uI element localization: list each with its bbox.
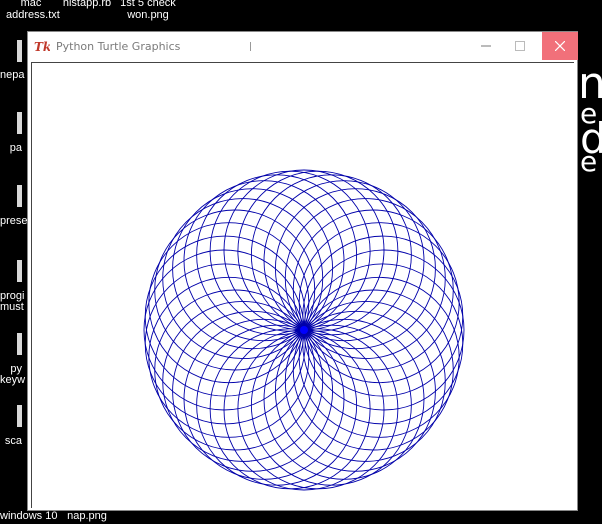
background-text-glyph: e — [580, 145, 598, 178]
desktop-label[interactable]: sca — [0, 435, 22, 447]
desktop-label[interactable]: nepa — [0, 69, 24, 81]
minimize-icon — [481, 45, 491, 47]
desktop-label[interactable]: prese — [0, 215, 28, 227]
desktop-icon[interactable] — [17, 40, 22, 62]
maximize-button[interactable] — [503, 32, 537, 60]
turtle-window: Tk Python Turtle Graphics — [27, 31, 578, 511]
turtle-canvas[interactable] — [31, 62, 574, 508]
title-caret — [250, 41, 252, 51]
desktop-label-mac-address[interactable]: mac address.txt — [6, 0, 60, 21]
turtle-center-mark — [300, 326, 308, 334]
window-titlebar[interactable]: Tk Python Turtle Graphics — [28, 32, 578, 60]
spirograph-drawing — [143, 169, 465, 491]
svg-text:Tk: Tk — [34, 40, 50, 54]
desktop-label-check-won[interactable]: 1st 5 check won.png — [118, 0, 178, 21]
window-title: Python Turtle Graphics — [56, 39, 181, 53]
desktop-label[interactable]: must — [0, 301, 24, 313]
desktop-icon[interactable] — [17, 185, 22, 207]
tk-feather-icon: Tk — [34, 40, 50, 54]
minimize-button[interactable] — [469, 32, 503, 60]
desktop-label[interactable]: pa — [0, 142, 22, 154]
desktop-label-nap[interactable]: nap.png — [62, 510, 112, 522]
desktop-icon[interactable] — [17, 333, 22, 355]
desktop-label-histapp[interactable]: histapp.rb — [62, 0, 112, 9]
close-button[interactable] — [542, 32, 578, 60]
maximize-icon — [515, 41, 525, 51]
desktop-icon[interactable] — [17, 112, 22, 134]
desktop-icon[interactable] — [17, 260, 22, 282]
desktop-icon[interactable] — [17, 405, 22, 427]
desktop-label[interactable]: keyw — [0, 374, 25, 386]
close-icon — [555, 41, 565, 51]
desktop-label-windows-10[interactable]: windows 10 — [0, 510, 57, 522]
